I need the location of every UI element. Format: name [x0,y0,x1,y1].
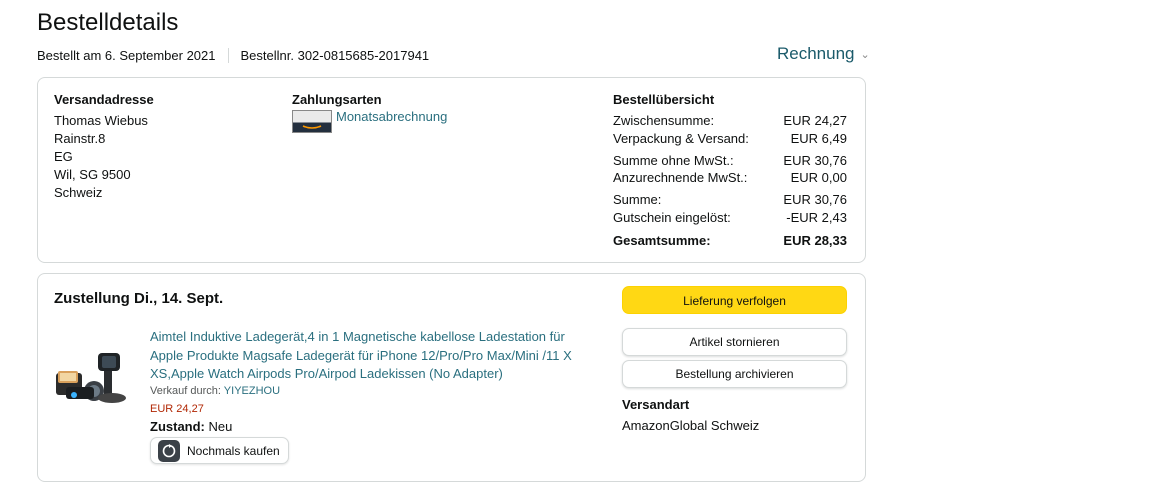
order-meta: Bestellt am 6. September 2021 Bestellnr.… [37,48,429,63]
shipping-address-heading: Versandadresse [54,92,154,107]
summary-value: EUR 30,76 [783,153,847,168]
invoice-dropdown[interactable]: Rechnung ⌄ [777,44,870,64]
address-line: Schweiz [54,185,103,200]
shipping-type-value: AmazonGlobal Schweiz [622,418,760,433]
seller-link[interactable]: YIYEZHOU [224,385,280,397]
summary-total-value: EUR 28,33 [783,233,847,248]
order-number: Bestellnr. 302-0815685-2017941 [240,48,430,63]
summary-value: EUR 30,76 [783,192,847,207]
summary-row: Gutschein eingelöst: -EUR 2,43 [613,210,847,225]
summary-row: Summe: EUR 30,76 [613,192,847,207]
payment-card-icon [292,110,332,133]
buy-again-label: Nochmals kaufen [187,443,280,458]
summary-label: Zwischensumme: [613,113,715,128]
order-date: Bestellt am 6. September 2021 [37,48,216,63]
summary-label: Summe ohne MwSt.: [613,153,734,168]
reorder-icon [158,439,180,462]
summary-row: Zwischensumme: EUR 24,27 [613,113,847,128]
payment-method-link[interactable]: Monatsabrechnung [336,108,447,126]
divider [227,48,229,63]
condition-info: Zustand: Neu [150,419,232,434]
summary-row: Summe ohne MwSt.: EUR 30,76 [613,153,847,168]
summary-total-row: Gesamtsumme: EUR 28,33 [613,233,847,248]
summary-row: Verpackung & Versand: EUR 6,49 [613,131,847,146]
seller-info: Verkauf durch: YIYEZHOU [150,385,280,397]
summary-heading: Bestellübersicht [613,92,715,107]
product-price: EUR 24,27 [150,403,204,415]
summary-value: EUR 0,00 [790,170,847,185]
summary-total-label: Gesamtsumme: [613,233,711,248]
summary-value: EUR 6,49 [790,131,847,146]
summary-label: Summe: [613,192,662,207]
shipping-type-heading: Versandart [622,397,690,412]
condition-label: Zustand: [150,419,205,434]
page-title: Bestelldetails [37,9,179,36]
shipping-address: Thomas Wiebus Rainstr.8 EG Wil, SG 9500 … [54,112,148,202]
buy-again-button[interactable]: Nochmals kaufen [150,437,289,464]
address-line: Thomas Wiebus [54,113,148,128]
address-line: EG [54,149,73,164]
summary-value: -EUR 2,43 [786,210,847,225]
archive-order-button[interactable]: Bestellung archivieren [622,360,847,388]
chevron-down-icon: ⌄ [860,48,870,61]
sold-by-label: Verkauf durch: [150,385,221,397]
condition-value: Neu [208,419,233,434]
delivery-heading: Zustellung Di., 14. Sept. [54,290,224,307]
address-line: Wil, SG 9500 [54,167,131,182]
summary-value: EUR 24,27 [783,113,847,128]
summary-row: Anzurechnende MwSt.: EUR 0,00 [613,170,847,185]
product-image[interactable] [54,343,126,407]
invoice-label: Rechnung [777,44,855,63]
cancel-item-button[interactable]: Artikel stornieren [622,328,847,356]
address-line: Rainstr.8 [54,131,106,146]
product-title-link[interactable]: Aimtel Induktive Ladegerät,4 in 1 Magnet… [150,328,590,384]
track-delivery-button[interactable]: Lieferung verfolgen [622,286,847,314]
summary-label: Verpackung & Versand: [613,131,749,146]
summary-label: Anzurechnende MwSt.: [613,170,748,185]
summary-label: Gutschein eingelöst: [613,210,731,225]
payment-heading: Zahlungsarten [292,92,382,107]
